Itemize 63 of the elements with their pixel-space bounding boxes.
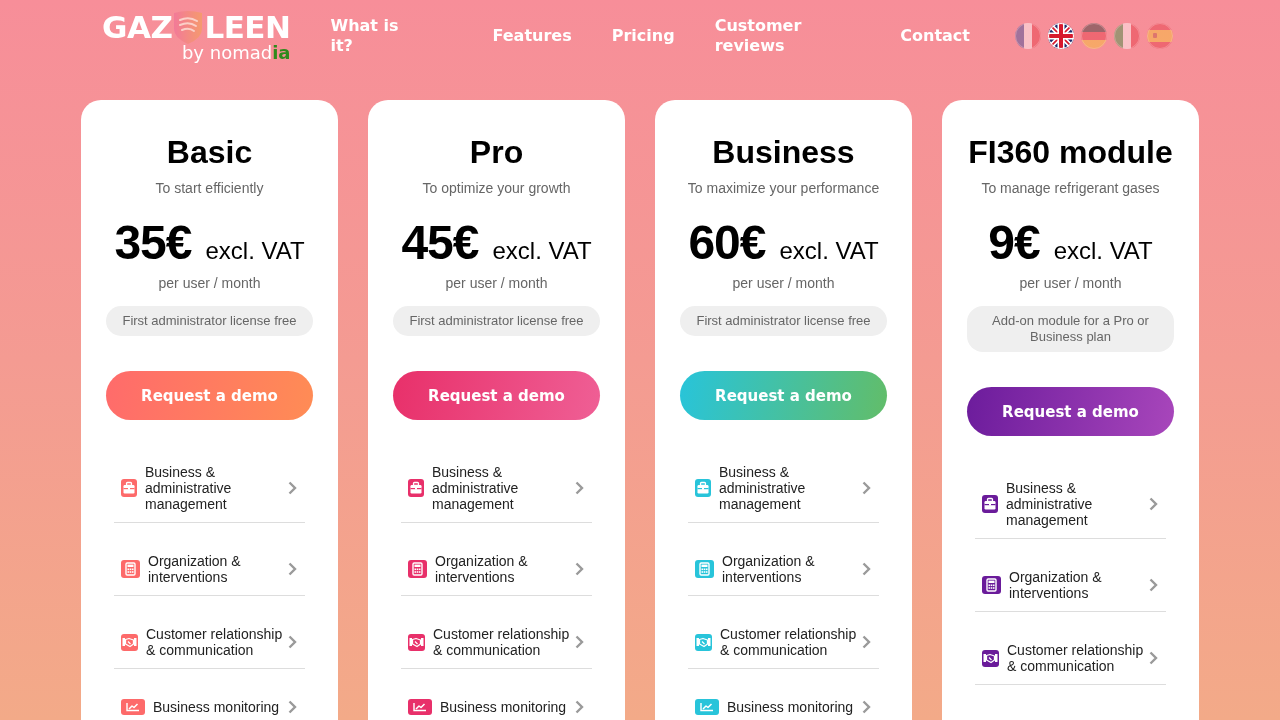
price-period: per user / month — [444, 274, 549, 292]
feature-link[interactable]: Business monitoring — [401, 689, 592, 720]
feature-link[interactable]: Business & administrative management — [114, 454, 305, 523]
chevron-right-icon[interactable] — [288, 700, 297, 714]
feature-link[interactable]: Organization & interventions — [114, 543, 305, 596]
chevron-right-icon[interactable] — [575, 635, 584, 649]
plan-title: FI360 module — [967, 133, 1174, 172]
feature-link[interactable]: Customer relationship & communication — [114, 616, 305, 669]
price-tax-label: excl. VAT — [1053, 237, 1153, 265]
french-flag-icon[interactable] — [1015, 23, 1041, 49]
plan-note: First administrator license free — [393, 306, 600, 336]
feature-link[interactable]: Business monitoring — [688, 689, 879, 720]
feature-link[interactable]: Business & administrative management — [401, 454, 592, 523]
italian-flag-icon[interactable] — [1114, 23, 1140, 49]
plan-note: Add-on module for a Pro or Business plan — [967, 306, 1174, 352]
plan-subtitle: To manage refrigerant gases — [980, 179, 1161, 197]
feature-link[interactable]: Organization & interventions — [975, 559, 1166, 612]
price-tax-label: excl. VAT — [492, 237, 592, 265]
logo-tagline: by nomadia — [181, 42, 291, 63]
plan-note: First administrator license free — [106, 306, 313, 336]
plan-subtitle: To maximize your performance — [686, 179, 881, 197]
chevron-right-icon[interactable] — [288, 481, 297, 495]
plan-title: Business — [711, 133, 856, 172]
plan-subtitle: To start efficiently — [154, 179, 265, 197]
plan-price: 60€ — [688, 215, 766, 271]
chevron-right-icon[interactable] — [288, 562, 297, 576]
shield-logo-icon — [173, 9, 204, 44]
chevron-right-icon[interactable] — [1149, 497, 1158, 511]
price-tax-label: excl. VAT — [205, 237, 305, 265]
plan-price: 45€ — [401, 215, 479, 271]
plan-title: Pro — [468, 133, 525, 172]
plan-subtitle: To optimize your growth — [421, 179, 572, 197]
chevron-right-icon[interactable] — [862, 635, 871, 649]
chevron-right-icon[interactable] — [1149, 578, 1158, 592]
feature-link[interactable]: Business & administrative management — [975, 470, 1166, 539]
request-demo-button[interactable]: Request a demo — [967, 387, 1174, 436]
chevron-right-icon[interactable] — [288, 635, 297, 649]
feature-link[interactable]: Business monitoring — [114, 689, 305, 720]
chevron-right-icon[interactable] — [575, 562, 584, 576]
chevron-right-icon[interactable] — [862, 700, 871, 714]
british-flag-icon[interactable] — [1048, 23, 1074, 49]
feature-link[interactable]: Organization & interventions — [688, 543, 879, 596]
price-period: per user / month — [1018, 274, 1123, 292]
plan-title: Basic — [165, 133, 254, 172]
feature-link[interactable]: Organization & interventions — [401, 543, 592, 596]
german-flag-icon[interactable] — [1081, 23, 1107, 49]
feature-link[interactable]: Customer relationship & communication — [975, 632, 1166, 685]
spanish-flag-icon[interactable] — [1147, 23, 1173, 49]
feature-link[interactable]: Customer relationship & communication — [401, 616, 592, 669]
chevron-right-icon[interactable] — [575, 700, 584, 714]
request-demo-button[interactable]: Request a demo — [393, 371, 600, 420]
feature-link[interactable]: Customer relationship & communication — [688, 616, 879, 669]
price-period: per user / month — [731, 274, 836, 292]
chevron-right-icon[interactable] — [862, 481, 871, 495]
plan-price: 9€ — [988, 215, 1040, 271]
price-period: per user / month — [157, 274, 262, 292]
feature-link[interactable]: Business & administrative management — [688, 454, 879, 523]
chevron-right-icon[interactable] — [1149, 651, 1158, 665]
chevron-right-icon[interactable] — [575, 481, 584, 495]
chevron-right-icon[interactable] — [862, 562, 871, 576]
price-tax-label: excl. VAT — [779, 237, 879, 265]
plan-price: 35€ — [114, 215, 192, 271]
plan-note: First administrator license free — [680, 306, 887, 336]
